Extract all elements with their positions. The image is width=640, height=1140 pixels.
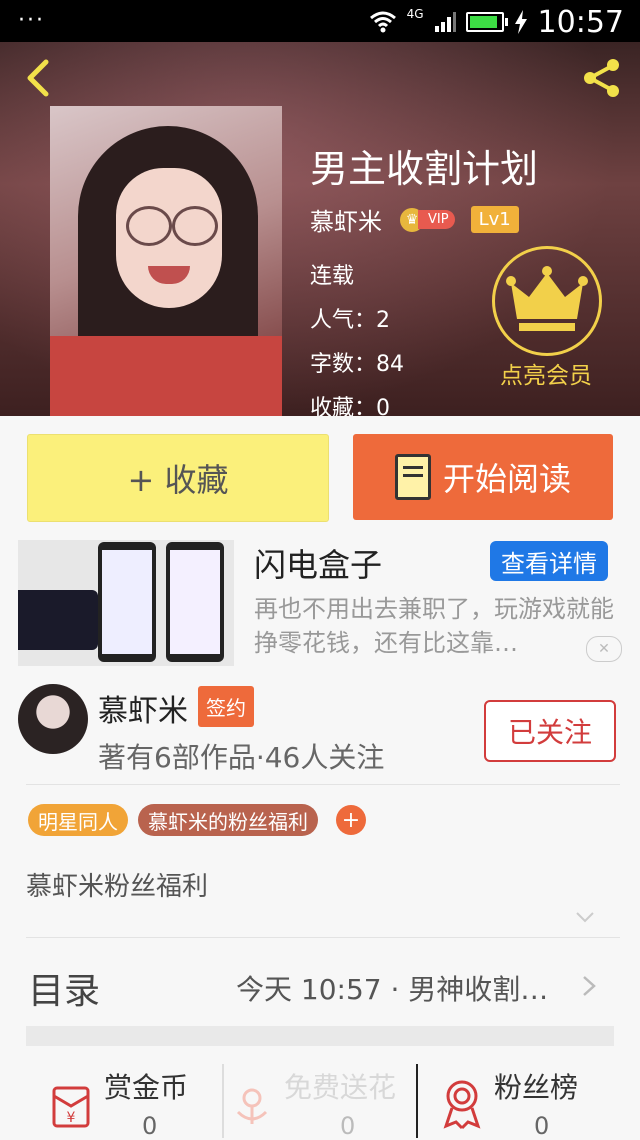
clock: 10:57 <box>537 4 624 40</box>
ad-title[interactable]: 闪电盒子 <box>254 540 382 586</box>
divider <box>26 784 620 785</box>
chevron-right-icon[interactable] <box>578 974 600 998</box>
member-crown-button[interactable] <box>492 246 602 356</box>
book-favorites: 收藏：0 <box>310 396 390 416</box>
signal-icon <box>434 12 456 32</box>
ad-close-icon[interactable]: ✕ <box>586 636 622 662</box>
separator <box>416 1064 418 1138</box>
book-icon <box>394 454 431 500</box>
signed-badge: 签约 <box>198 686 254 727</box>
book-status: 连载 <box>310 264 355 289</box>
ad-description[interactable]: 再也不用出去兼职了，玩游戏就能挣零花钱，还有比这靠… <box>254 592 620 660</box>
book-header: 男主收割计划 慕虾米 ♛ VIP Lv1 连载 人气：2 字数：84 收藏：0 … <box>0 42 640 416</box>
book-title: 男主收割计划 <box>310 147 539 191</box>
svg-text:¥: ¥ <box>67 1110 76 1126</box>
reward-coins-button[interactable]: ¥ 赏金币 0 <box>46 1064 216 1140</box>
book-cover-image[interactable] <box>50 106 282 416</box>
free-flower-button[interactable]: 免费送花 0 <box>232 1064 412 1140</box>
medal-icon <box>443 1080 481 1130</box>
tag-chip[interactable]: 明星同人 <box>28 804 128 836</box>
member-label[interactable]: 点亮会员 <box>486 356 606 390</box>
toc-label[interactable]: 目录 <box>28 962 100 1014</box>
book-popularity: 人气：2 <box>310 308 390 333</box>
chevron-down-icon[interactable] <box>574 906 596 928</box>
author-avatar[interactable] <box>18 684 88 754</box>
author-stats: 著有6部作品·46人关注 <box>98 741 385 774</box>
view-details-button[interactable]: 查看详情 <box>490 541 608 581</box>
vip-badge: ♛ VIP <box>400 207 455 232</box>
flower-icon <box>236 1088 268 1124</box>
author-line: 慕虾米 ♛ VIP Lv1 <box>310 202 519 237</box>
battery-icon <box>465 12 508 32</box>
red-packet-icon: ¥ <box>52 1086 90 1128</box>
start-reading-button[interactable]: 开始阅读 <box>353 434 613 520</box>
network-type: 4G <box>406 7 424 21</box>
status-bar: ··· 4G 10:57 <box>0 0 640 42</box>
collect-button[interactable]: + 收藏 <box>27 434 329 522</box>
fan-ranking-button[interactable]: 粉丝榜 0 <box>440 1064 620 1140</box>
divider <box>26 937 620 938</box>
ad-image[interactable] <box>18 540 234 666</box>
book-word-count: 字数：84 <box>310 352 404 377</box>
notification-dots: ··· <box>18 8 45 33</box>
section-divider <box>26 1026 614 1046</box>
back-arrow-icon[interactable] <box>18 56 58 100</box>
book-author[interactable]: 慕虾米 <box>310 202 382 237</box>
author-name[interactable]: 慕虾米 <box>98 686 188 730</box>
separator <box>222 1064 224 1138</box>
crown-icon <box>506 266 588 331</box>
add-tag-button[interactable]: + <box>336 805 366 835</box>
level-badge: Lv1 <box>470 206 519 233</box>
latest-chapter[interactable]: 今天 10:57 · 男神收割… <box>236 968 566 1008</box>
follow-button[interactable]: 已关注 <box>484 700 616 762</box>
tag-chip[interactable]: 慕虾米的粉丝福利 <box>138 804 318 836</box>
share-icon[interactable] <box>578 54 626 102</box>
charging-icon <box>514 10 527 34</box>
wifi-icon <box>369 11 396 33</box>
book-description: 慕虾米粉丝福利 <box>26 872 209 902</box>
